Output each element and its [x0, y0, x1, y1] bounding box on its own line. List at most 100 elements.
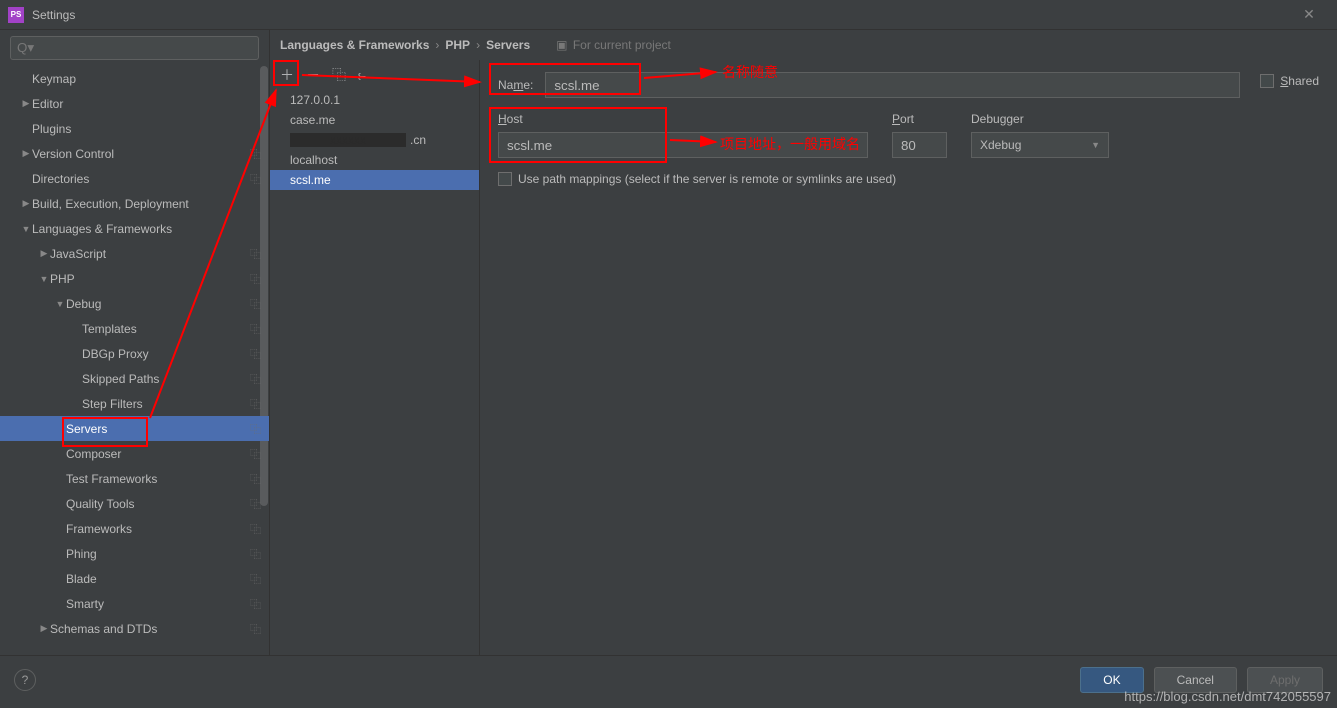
tree-label: Debug: [66, 297, 250, 311]
sidebar-item-schemas-and-dtds[interactable]: ▶Schemas and DTDs⿻: [0, 616, 269, 641]
watermark: https://blog.csdn.net/dmt742055597: [1124, 689, 1331, 704]
shared-label: Shared: [1280, 74, 1319, 88]
sidebar-item-plugins[interactable]: Plugins: [0, 116, 269, 141]
breadcrumb: Languages & Frameworks › PHP › Servers ▣…: [270, 30, 1337, 60]
sidebar-item-frameworks[interactable]: Frameworks⿻: [0, 516, 269, 541]
tree-label: Templates: [82, 322, 250, 336]
tree-label: Smarty: [66, 597, 250, 611]
tree-label: Composer: [66, 447, 250, 461]
sidebar-item-build-execution-deployment[interactable]: ▶Build, Execution, Deployment: [0, 191, 269, 216]
scope-icon: ⿻: [250, 296, 261, 312]
scope-icon: ⿻: [250, 371, 261, 387]
tree-label: Languages & Frameworks: [32, 222, 261, 236]
scope-icon: ⿻: [250, 171, 261, 187]
search-input[interactable]: [10, 36, 259, 60]
server-toolbar: ＋ － ⿻ ⥼: [270, 60, 479, 90]
copy-icon[interactable]: ⿻: [332, 65, 346, 85]
remove-icon[interactable]: －: [306, 65, 320, 85]
sidebar-item-quality-tools[interactable]: Quality Tools⿻: [0, 491, 269, 516]
sidebar-item-keymap[interactable]: Keymap: [0, 66, 269, 91]
help-button[interactable]: ?: [14, 669, 36, 691]
scope-icon: ⿻: [250, 396, 261, 412]
expand-icon: ▶: [20, 148, 32, 159]
sidebar-item-phing[interactable]: Phing⿻: [0, 541, 269, 566]
scope-icon: ⿻: [250, 446, 261, 462]
server-item[interactable]: 127.0.0.1: [270, 90, 479, 110]
tree-label: Blade: [66, 572, 250, 586]
sidebar-item-skipped-paths[interactable]: Skipped Paths⿻: [0, 366, 269, 391]
settings-tree[interactable]: Keymap▶EditorPlugins▶Version Control⿻Dir…: [0, 66, 269, 655]
scope-icon: ⿻: [250, 271, 261, 287]
port-input[interactable]: [892, 132, 947, 158]
tree-label: Directories: [32, 172, 250, 186]
server-item[interactable]: xxxxxx.cn: [270, 130, 479, 150]
scope-icon: ⿻: [250, 571, 261, 587]
tree-label: Step Filters: [82, 397, 250, 411]
server-list[interactable]: 127.0.0.1case.mexxxxxx.cnlocalhostscsl.m…: [270, 90, 479, 655]
scope-icon: ⿻: [250, 621, 261, 637]
host-label: Host: [498, 112, 868, 126]
name-label: Name:: [498, 78, 533, 92]
sidebar-item-editor[interactable]: ▶Editor: [0, 91, 269, 116]
sidebar-item-step-filters[interactable]: Step Filters⿻: [0, 391, 269, 416]
expand-icon: ▶: [20, 198, 32, 209]
tree-label: Servers: [66, 422, 250, 436]
tree-label: Phing: [66, 547, 250, 561]
name-input[interactable]: [545, 72, 1240, 98]
sidebar-item-dbgp-proxy[interactable]: DBGp Proxy⿻: [0, 341, 269, 366]
server-form: Shared Name: Host Port: [480, 60, 1337, 655]
project-icon: ▣: [556, 38, 567, 52]
settings-sidebar: Keymap▶EditorPlugins▶Version Control⿻Dir…: [0, 30, 270, 655]
debugger-value: Xdebug: [980, 138, 1021, 152]
app-icon: PS: [8, 7, 24, 23]
add-icon[interactable]: ＋: [280, 65, 294, 85]
path-mappings-checkbox[interactable]: [498, 172, 512, 186]
server-item[interactable]: scsl.me: [270, 170, 479, 190]
scope-icon: ⿻: [250, 521, 261, 537]
shared-checkbox[interactable]: [1260, 74, 1274, 88]
expand-icon: ▶: [20, 98, 32, 109]
import-icon[interactable]: ⥼: [358, 67, 366, 84]
tree-label: Test Frameworks: [66, 472, 250, 486]
sidebar-item-php[interactable]: ▼PHP⿻: [0, 266, 269, 291]
expand-icon: ▼: [38, 274, 50, 284]
sidebar-item-javascript[interactable]: ▶JavaScript⿻: [0, 241, 269, 266]
sidebar-item-directories[interactable]: Directories⿻: [0, 166, 269, 191]
path-mappings-label: Use path mappings (select if the server …: [518, 172, 896, 186]
scope-icon: ⿻: [250, 246, 261, 262]
sidebar-item-blade[interactable]: Blade⿻: [0, 566, 269, 591]
scope-icon: ⿻: [250, 321, 261, 337]
close-icon[interactable]: ✕: [1289, 6, 1329, 23]
sidebar-item-languages-frameworks[interactable]: ▼Languages & Frameworks: [0, 216, 269, 241]
tree-label: Build, Execution, Deployment: [32, 197, 261, 211]
scope-icon: ⿻: [250, 346, 261, 362]
host-input[interactable]: [498, 132, 868, 158]
tree-label: Frameworks: [66, 522, 250, 536]
server-item[interactable]: case.me: [270, 110, 479, 130]
port-label: Port: [892, 112, 947, 126]
tree-label: PHP: [50, 272, 250, 286]
tree-label: Skipped Paths: [82, 372, 250, 386]
sidebar-item-composer[interactable]: Composer⿻: [0, 441, 269, 466]
tree-label: JavaScript: [50, 247, 250, 261]
project-hint: For current project: [573, 38, 671, 52]
sidebar-item-smarty[interactable]: Smarty⿻: [0, 591, 269, 616]
scope-icon: ⿻: [250, 546, 261, 562]
crumb-c: Servers: [486, 38, 530, 52]
sidebar-item-debug[interactable]: ▼Debug⿻: [0, 291, 269, 316]
sidebar-item-test-frameworks[interactable]: Test Frameworks⿻: [0, 466, 269, 491]
debugger-select[interactable]: Xdebug ▼: [971, 132, 1109, 158]
window-title: Settings: [32, 8, 1289, 22]
tree-label: Version Control: [32, 147, 250, 161]
scope-icon: ⿻: [250, 146, 261, 162]
scope-icon: ⿻: [250, 596, 261, 612]
chevron-down-icon: ▼: [1091, 140, 1100, 150]
scope-icon: ⿻: [250, 496, 261, 512]
sidebar-item-servers[interactable]: Servers⿻: [0, 416, 269, 441]
server-item[interactable]: localhost: [270, 150, 479, 170]
tree-label: Quality Tools: [66, 497, 250, 511]
scope-icon: ⿻: [250, 471, 261, 487]
sidebar-item-version-control[interactable]: ▶Version Control⿻: [0, 141, 269, 166]
sidebar-item-templates[interactable]: Templates⿻: [0, 316, 269, 341]
tree-label: DBGp Proxy: [82, 347, 250, 361]
